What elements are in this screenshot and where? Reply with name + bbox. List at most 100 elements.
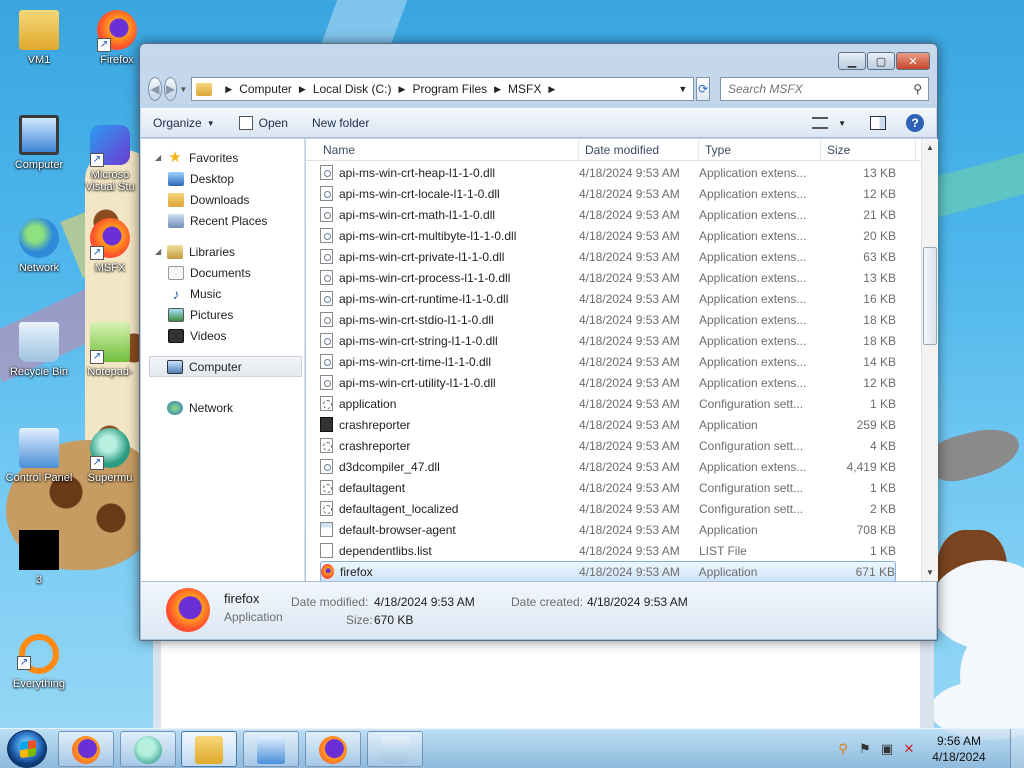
- back-button[interactable]: ◀: [148, 77, 162, 101]
- table-row[interactable]: d3dcompiler_47.dll 4/18/2024 9:53 AM Appli…: [320, 456, 896, 477]
- nav-recent-places[interactable]: Recent Places: [141, 210, 304, 231]
- table-row[interactable]: api-ms-win-crt-time-l1-1-0.dll 4/18/2024 …: [320, 351, 896, 372]
- table-row[interactable]: api-ms-win-crt-utility-l1-1-0.dll 4/18/20…: [320, 372, 896, 393]
- table-row[interactable]: defaultagent_localized 4/18/2024 9:53 AM C…: [320, 498, 896, 519]
- nav-network[interactable]: Network: [141, 397, 304, 418]
- search-input[interactable]: [727, 82, 928, 96]
- scroll-up-icon[interactable]: ▲: [922, 139, 938, 156]
- desktop-icon-everything[interactable]: ↗ Everything: [2, 634, 76, 690]
- taskbar-firefox[interactable]: [58, 731, 114, 767]
- column-header-type[interactable]: Type: [699, 139, 821, 160]
- file-name: api-ms-win-crt-stdio-l1-1-0.dll: [339, 312, 494, 327]
- nav-videos[interactable]: Videos: [141, 325, 304, 346]
- table-row[interactable]: application 4/18/2024 9:53 AM Configuratio…: [320, 393, 896, 414]
- taskbar-supermium[interactable]: [120, 731, 176, 767]
- breadcrumb-item[interactable]: Local Disk (C:): [313, 82, 392, 96]
- preview-pane-icon[interactable]: [870, 116, 886, 130]
- background-window[interactable]: [153, 630, 934, 730]
- breadcrumb-item[interactable]: Computer: [239, 82, 292, 96]
- table-row[interactable]: api-ms-win-crt-process-l1-1-0.dll 4/18/20…: [320, 267, 896, 288]
- network-status-icon[interactable]: ▣: [879, 741, 895, 757]
- breadcrumb-chevron-icon[interactable]: ▶: [299, 84, 306, 95]
- flag-icon[interactable]: ⚑: [857, 741, 873, 757]
- desktop-icon-recycle-bin[interactable]: Recycle Bin: [2, 322, 76, 378]
- table-row[interactable]: api-ms-win-crt-multibyte-l1-1-0.dll 4/18/…: [320, 225, 896, 246]
- desktop-icon-network[interactable]: Network: [2, 218, 76, 274]
- clock[interactable]: 9:56 AM 4/18/2024: [920, 733, 998, 765]
- address-bar[interactable]: ▶ Computer ▶ Local Disk (C:) ▶ Program F…: [191, 77, 695, 101]
- minimize-button[interactable]: ▁: [838, 52, 866, 70]
- shortcut-arrow-icon: ↗: [90, 153, 104, 167]
- table-row[interactable]: dependentlibs.list 4/18/2024 9:53 AM LIST …: [320, 540, 896, 561]
- table-row[interactable]: defaultagent 4/18/2024 9:53 AM Configurati…: [320, 477, 896, 498]
- breadcrumb-chevron-icon[interactable]: ▶: [225, 84, 232, 95]
- table-row[interactable]: api-ms-win-crt-math-l1-1-0.dll 4/18/2024 …: [320, 204, 896, 225]
- desktop-icon-visual-studio[interactable]: ↗ Microso Visual Stu: [80, 125, 140, 193]
- search-icon[interactable]: ⚲: [913, 82, 922, 96]
- refresh-button[interactable]: ⟳: [696, 77, 710, 101]
- desktop-icon-vm1[interactable]: VM1: [2, 10, 76, 66]
- dll-file-icon: [320, 354, 333, 369]
- desktop-icon-3[interactable]: 3: [2, 530, 76, 586]
- dll-file-icon: [320, 459, 333, 474]
- expand-icon[interactable]: ◢: [155, 247, 165, 256]
- help-icon[interactable]: ?: [906, 114, 924, 132]
- nav-computer[interactable]: Computer: [149, 356, 302, 377]
- desktop-icon-msfx[interactable]: ↗ MSFX: [80, 218, 140, 274]
- breadcrumb-item[interactable]: MSFX: [508, 82, 541, 96]
- table-row[interactable]: firefox 4/18/2024 9:53 AM Application 671 K…: [320, 561, 896, 582]
- breadcrumb-chevron-icon[interactable]: ▶: [494, 84, 501, 95]
- breadcrumb-item[interactable]: Program Files: [412, 82, 487, 96]
- scrollbar-thumb[interactable]: [923, 247, 937, 345]
- vertical-scrollbar[interactable]: ▲ ▼: [921, 139, 938, 581]
- taskbar-explorer[interactable]: [181, 731, 237, 767]
- address-dropdown-icon[interactable]: ▼: [678, 84, 687, 94]
- taskbar-msfx[interactable]: [305, 731, 361, 767]
- breadcrumb-chevron-icon[interactable]: ▶: [399, 84, 406, 95]
- nav-favorites[interactable]: ◢ ★ Favorites: [141, 147, 304, 168]
- close-button[interactable]: ✕: [896, 52, 930, 70]
- maximize-button[interactable]: ▢: [867, 52, 895, 70]
- table-row[interactable]: api-ms-win-crt-locale-l1-1-0.dll 4/18/202…: [320, 183, 896, 204]
- volume-muted-icon[interactable]: ✕: [901, 741, 917, 757]
- scroll-down-icon[interactable]: ▼: [922, 564, 938, 581]
- column-header-size[interactable]: Size: [821, 139, 916, 160]
- forward-button[interactable]: ▶: [163, 77, 178, 101]
- column-header-date-modified[interactable]: Date modified: [579, 139, 699, 160]
- chevron-down-icon[interactable]: ▼: [838, 119, 846, 128]
- file-list[interactable]: Name Date modified Type Size api-ms-win-…: [306, 139, 938, 582]
- new-folder-button[interactable]: New folder: [300, 109, 381, 137]
- show-desktop-button[interactable]: [1010, 729, 1024, 768]
- table-row[interactable]: api-ms-win-crt-runtime-l1-1-0.dll 4/18/20…: [320, 288, 896, 309]
- nav-downloads[interactable]: Downloads: [141, 189, 304, 210]
- search-box[interactable]: ⚲: [719, 77, 929, 101]
- desktop-icon-computer[interactable]: Computer: [2, 115, 76, 171]
- desktop-icon-supermium[interactable]: ↗ Supermu: [80, 428, 140, 484]
- recent-pages-dropdown[interactable]: ▼: [179, 85, 187, 94]
- nav-desktop[interactable]: Desktop: [141, 168, 304, 189]
- explorer-window[interactable]: ▁ ▢ ✕ ◀ ▶ ▼ ▶ Computer ▶ Local Disk (C:)…: [139, 43, 938, 641]
- desktop-icon-control-panel[interactable]: Control Panel: [2, 428, 76, 484]
- view-options-icon[interactable]: [812, 117, 829, 129]
- nav-documents[interactable]: Documents: [141, 262, 304, 283]
- table-row[interactable]: api-ms-win-crt-stdio-l1-1-0.dll 4/18/2024…: [320, 309, 896, 330]
- table-row[interactable]: api-ms-win-crt-string-l1-1-0.dll 4/18/202…: [320, 330, 896, 351]
- organize-button[interactable]: Organize ▼: [141, 109, 227, 137]
- breadcrumb-chevron-icon[interactable]: ▶: [548, 84, 555, 95]
- table-row[interactable]: crashreporter 4/18/2024 9:53 AM Applicatio…: [320, 414, 896, 435]
- expand-icon[interactable]: ◢: [155, 153, 165, 162]
- start-button[interactable]: [7, 730, 47, 768]
- nav-music[interactable]: ♪ Music: [141, 283, 304, 304]
- desktop-icon-notepad[interactable]: ↗ Notepad-: [80, 322, 140, 378]
- nav-pictures[interactable]: Pictures: [141, 304, 304, 325]
- nav-libraries[interactable]: ◢ Libraries: [141, 241, 304, 262]
- table-row[interactable]: api-ms-win-crt-heap-l1-1-0.dll 4/18/2024 …: [320, 162, 896, 183]
- column-header-name[interactable]: Name: [306, 139, 579, 160]
- table-row[interactable]: crashreporter 4/18/2024 9:53 AM Configurat…: [320, 435, 896, 456]
- everything-search-icon[interactable]: ⚲: [835, 741, 851, 757]
- open-button[interactable]: Open: [227, 109, 300, 137]
- table-row[interactable]: default-browser-agent 4/18/2024 9:53 AM Ap…: [320, 519, 896, 540]
- table-row[interactable]: api-ms-win-crt-private-l1-1-0.dll 4/18/20…: [320, 246, 896, 267]
- taskbar-notepad[interactable]: [367, 731, 423, 767]
- taskbar-control-panel[interactable]: [243, 731, 299, 767]
